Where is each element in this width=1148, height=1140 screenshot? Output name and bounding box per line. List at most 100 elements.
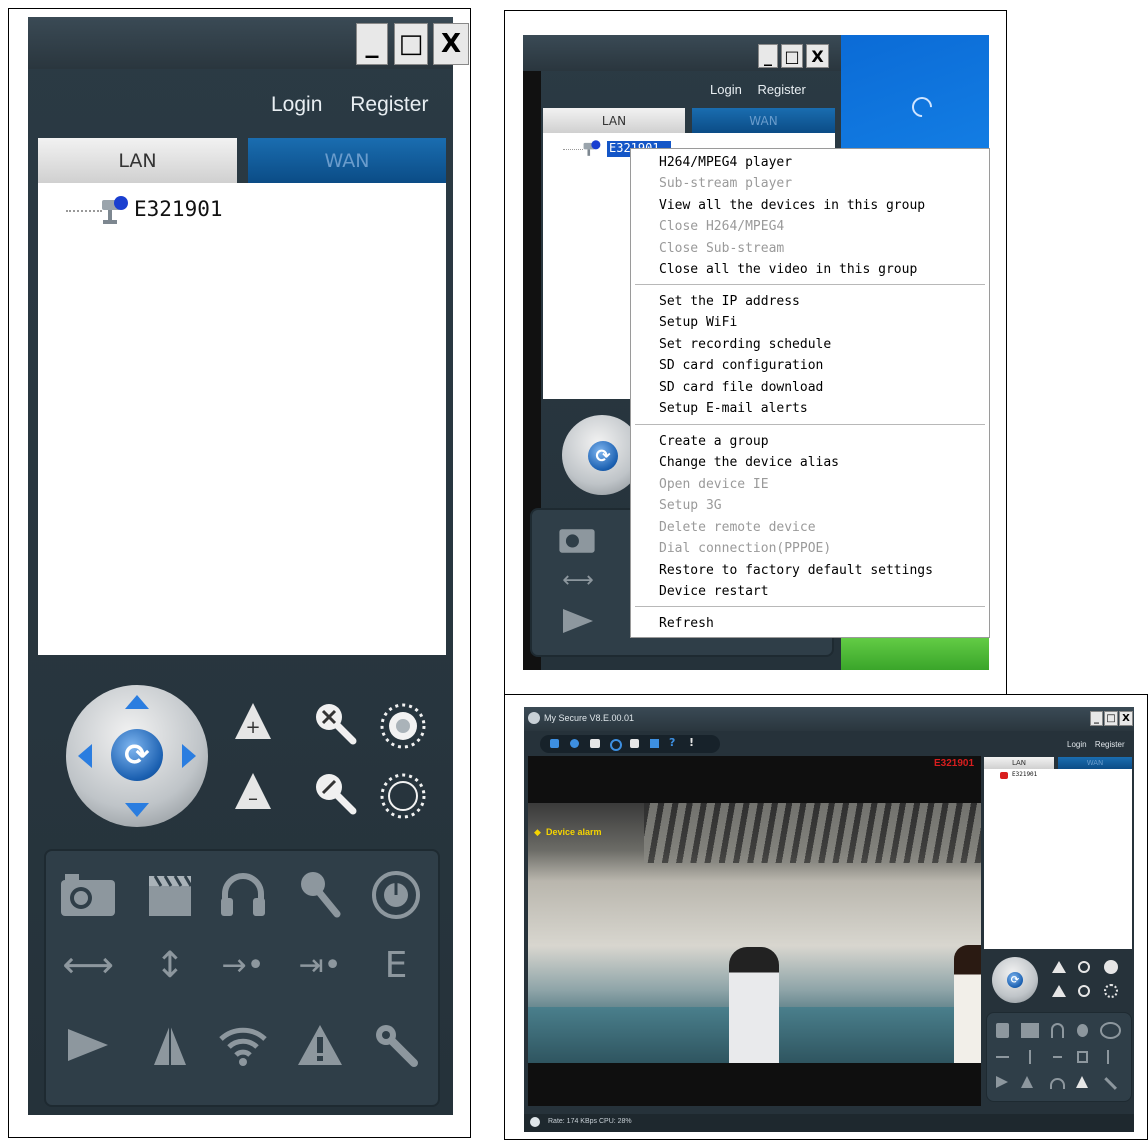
focus-minus-icon[interactable]: – bbox=[231, 769, 275, 817]
context-camera-snapshot-icon[interactable] bbox=[557, 524, 597, 558]
menu-item-sd-card-config[interactable]: SD card configuration bbox=[659, 358, 823, 373]
ptz-left-icon[interactable] bbox=[78, 744, 92, 768]
menu-item-substream-player[interactable]: Sub-stream player bbox=[659, 176, 792, 191]
context-horizontal-patrol-icon[interactable]: ⟷ bbox=[558, 568, 598, 593]
bracket-icon[interactable]: E bbox=[366, 945, 426, 986]
menu-item-open-device-ie[interactable]: Open device IE bbox=[659, 477, 769, 492]
menu-item-dial-pppoe[interactable]: Dial connection(PPPOE) bbox=[659, 541, 831, 556]
menu-item-recording-schedule[interactable]: Set recording schedule bbox=[659, 337, 831, 352]
main-record-icon[interactable] bbox=[1021, 1023, 1039, 1038]
tree-item-device[interactable]: E321901 bbox=[134, 197, 223, 221]
main-close-button[interactable]: X bbox=[1119, 711, 1133, 726]
main-wifi-icon[interactable] bbox=[1050, 1078, 1065, 1089]
main-vertical-patrol-icon[interactable] bbox=[1029, 1049, 1031, 1065]
toolbar-layout-icon[interactable] bbox=[550, 739, 559, 748]
vertical-patrol-icon[interactable]: ↕ bbox=[140, 945, 200, 986]
menu-item-email-alerts[interactable]: Setup E-mail alerts bbox=[659, 401, 808, 416]
main-focus-plus-icon[interactable] bbox=[1052, 961, 1066, 973]
menu-item-setup-3g[interactable]: Setup 3G bbox=[659, 498, 722, 513]
minimize-button[interactable]: _ bbox=[356, 23, 388, 65]
main-zoom-out-icon[interactable] bbox=[1078, 961, 1090, 973]
ptz-center-refresh-icon[interactable]: ⟳ bbox=[111, 729, 163, 781]
menu-item-change-alias[interactable]: Change the device alias bbox=[659, 455, 839, 470]
tab-wan[interactable]: WAN bbox=[248, 138, 446, 183]
context-login-link[interactable]: Login bbox=[710, 82, 742, 97]
zoom-out-icon[interactable] bbox=[311, 699, 357, 749]
menu-item-sd-card-download[interactable]: SD card file download bbox=[659, 380, 823, 395]
context-maximize-button[interactable]: □ bbox=[781, 44, 803, 68]
tab-lan[interactable]: LAN bbox=[38, 138, 237, 183]
main-minimize-button[interactable]: _ bbox=[1090, 711, 1103, 726]
main-iris-open-icon[interactable] bbox=[1104, 960, 1118, 974]
main-wrench-icon[interactable] bbox=[1104, 1077, 1117, 1090]
settings-wrench-icon[interactable] bbox=[366, 1017, 426, 1073]
toolbar-search-icon[interactable] bbox=[610, 739, 622, 751]
main-focus-minus-icon[interactable] bbox=[1052, 985, 1066, 997]
close-button[interactable]: X bbox=[433, 23, 469, 65]
toolbar-camera-icon[interactable] bbox=[590, 739, 600, 748]
output-switch-icon[interactable]: ⇥• bbox=[290, 945, 350, 985]
flip-horizontal-icon[interactable] bbox=[58, 1017, 118, 1073]
menu-item-close-substream[interactable]: Close Sub-stream bbox=[659, 241, 784, 256]
ptz-down-icon[interactable] bbox=[125, 803, 149, 817]
main-iris-close-icon[interactable] bbox=[1104, 984, 1118, 998]
ptz-right-icon[interactable] bbox=[182, 744, 196, 768]
main-login-link[interactable]: Login bbox=[1067, 740, 1087, 749]
toolbar-help-icon[interactable]: ? bbox=[669, 736, 675, 749]
dial-icon[interactable] bbox=[366, 867, 426, 923]
toolbar-save-icon[interactable] bbox=[650, 739, 659, 748]
focus-plus-icon[interactable]: + bbox=[231, 699, 275, 747]
menu-item-set-ip-address[interactable]: Set the IP address bbox=[659, 294, 800, 309]
login-link[interactable]: Login bbox=[271, 93, 322, 116]
context-minimize-button[interactable]: _ bbox=[758, 44, 778, 68]
main-flip-vertical-icon[interactable] bbox=[1021, 1076, 1033, 1089]
menu-item-close-all-video[interactable]: Close all the video in this group bbox=[659, 262, 917, 277]
ptz-up-icon[interactable] bbox=[125, 695, 149, 709]
preset-goto-icon[interactable]: →• bbox=[213, 945, 273, 985]
context-flip-horizontal-icon[interactable] bbox=[560, 606, 596, 640]
menu-item-setup-wifi[interactable]: Setup WiFi bbox=[659, 315, 737, 330]
main-dial-icon[interactable] bbox=[1100, 1022, 1121, 1039]
zoom-in-icon[interactable] bbox=[311, 769, 357, 819]
context-ptz-center-icon[interactable]: ⟳ bbox=[588, 441, 618, 471]
main-horizontal-patrol-icon[interactable] bbox=[996, 1055, 1009, 1059]
talk-microphone-icon[interactable] bbox=[290, 867, 350, 923]
listen-headphones-icon[interactable] bbox=[213, 867, 273, 923]
horizontal-patrol-icon[interactable]: ⟷ bbox=[58, 945, 118, 986]
menu-item-close-h264[interactable]: Close H264/MPEG4 bbox=[659, 219, 784, 234]
iris-close-icon[interactable] bbox=[378, 771, 428, 825]
register-link[interactable]: Register bbox=[350, 93, 428, 116]
menu-item-device-restart[interactable]: Device restart bbox=[659, 584, 769, 599]
maximize-button[interactable]: □ bbox=[394, 23, 428, 65]
main-register-link[interactable]: Register bbox=[1095, 740, 1125, 749]
main-output-icon[interactable] bbox=[1077, 1050, 1088, 1064]
toolbar-record-icon[interactable] bbox=[570, 739, 579, 748]
menu-item-factory-reset[interactable]: Restore to factory default settings bbox=[659, 563, 933, 578]
menu-item-refresh[interactable]: Refresh bbox=[659, 616, 714, 631]
main-zoom-in-icon[interactable] bbox=[1078, 985, 1090, 997]
toolbar-alert-icon[interactable]: ! bbox=[689, 736, 694, 749]
main-tree-item-device[interactable]: E321901 bbox=[1012, 771, 1037, 778]
main-headphones-icon[interactable] bbox=[1051, 1023, 1064, 1038]
iris-open-icon[interactable] bbox=[378, 701, 428, 755]
main-bracket-icon[interactable] bbox=[1107, 1049, 1114, 1065]
context-close-button[interactable]: X bbox=[806, 44, 829, 68]
menu-item-create-group[interactable]: Create a group bbox=[659, 434, 769, 449]
menu-item-view-all-devices[interactable]: View all the devices in this group bbox=[659, 198, 925, 213]
main-tab-lan[interactable]: LAN bbox=[984, 757, 1054, 769]
main-alarm-icon[interactable] bbox=[1076, 1076, 1088, 1089]
flip-vertical-icon[interactable] bbox=[140, 1017, 200, 1073]
main-snapshot-icon[interactable] bbox=[996, 1023, 1009, 1038]
main-tab-wan[interactable]: WAN bbox=[1058, 757, 1132, 769]
context-register-link[interactable]: Register bbox=[757, 82, 805, 97]
context-tab-lan[interactable]: LAN bbox=[543, 108, 685, 133]
snapshot-camera-icon[interactable] bbox=[58, 867, 118, 923]
main-preset-icon[interactable] bbox=[1053, 1055, 1062, 1059]
menu-item-delete-remote-device[interactable]: Delete remote device bbox=[659, 520, 816, 535]
record-clapper-icon[interactable] bbox=[140, 867, 200, 923]
context-tab-wan[interactable]: WAN bbox=[692, 108, 835, 133]
wifi-icon[interactable] bbox=[213, 1017, 273, 1073]
main-flip-horizontal-icon[interactable] bbox=[996, 1076, 1008, 1089]
menu-item-h264-player[interactable]: H264/MPEG4 player bbox=[659, 155, 792, 170]
toolbar-lock-icon[interactable] bbox=[630, 739, 639, 748]
